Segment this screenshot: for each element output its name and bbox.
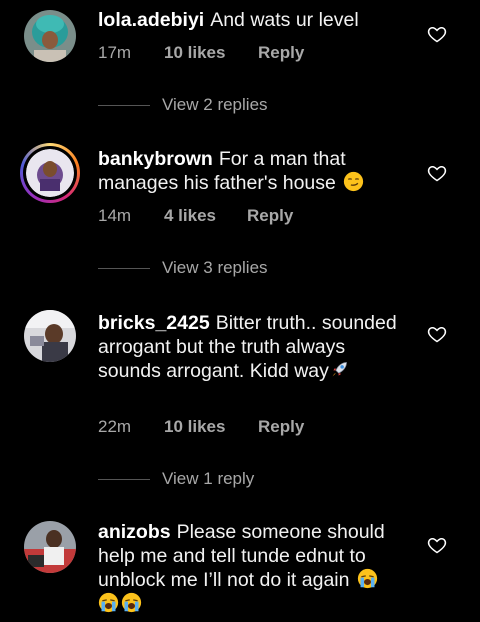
comment-username[interactable]: bankybrown — [98, 148, 213, 170]
comment-username[interactable]: lola.adebiyi — [98, 9, 204, 31]
comment-text: bricks_2425 Bitter truth.. sounded arroga… — [98, 311, 408, 383]
view-replies-label: View 1 reply — [162, 469, 255, 488]
divider-line — [98, 478, 150, 480]
avatar[interactable] — [24, 10, 76, 62]
comment-meta: 17m 10 likes Reply — [98, 43, 304, 63]
heart-outline-icon[interactable] — [427, 163, 447, 183]
comment-text: bankybrown For a man that manages his fat… — [98, 147, 408, 195]
view-replies-button[interactable]: View 1 reply — [98, 469, 254, 489]
comment-text: anizobs Please someone should help me and… — [98, 520, 408, 616]
comment-time: 22m — [98, 417, 132, 436]
comment-meta: 22m 10 likes Reply — [98, 417, 304, 437]
divider-line — [98, 267, 150, 269]
avatar[interactable] — [20, 143, 80, 203]
view-replies-label: View 2 replies — [162, 95, 268, 114]
avatar[interactable] — [24, 521, 76, 573]
loudly-crying-face-icon — [121, 592, 142, 613]
comment-username[interactable]: bricks_2425 — [98, 312, 210, 334]
comment-meta: 14m 4 likes Reply — [98, 206, 293, 226]
loudly-crying-face-icon — [98, 592, 119, 613]
comment-likes[interactable]: 4 likes — [164, 206, 247, 226]
comment-likes[interactable]: 10 likes — [164, 43, 258, 63]
comment-time: 14m — [98, 206, 132, 225]
heart-outline-icon[interactable] — [427, 535, 447, 555]
comment-time: 17m — [98, 43, 132, 62]
heart-outline-icon[interactable] — [427, 324, 447, 344]
view-replies-label: View 3 replies — [162, 258, 268, 277]
rocket-icon — [332, 362, 347, 377]
comment-likes[interactable]: 10 likes — [164, 417, 258, 437]
divider-line — [98, 104, 150, 106]
avatar[interactable] — [24, 310, 76, 362]
loudly-crying-face-icon — [357, 568, 378, 589]
comment-text: lola.adebiyi And wats ur level — [98, 8, 408, 32]
view-replies-button[interactable]: View 2 replies — [98, 95, 268, 115]
comment-username[interactable]: anizobs — [98, 521, 171, 543]
comment-body: And wats ur level — [210, 9, 359, 31]
heart-outline-icon[interactable] — [427, 24, 447, 44]
reply-button[interactable]: Reply — [258, 417, 304, 437]
avatar-story-ring — [23, 146, 77, 200]
reply-button[interactable]: Reply — [258, 43, 304, 63]
smirking-face-icon — [344, 171, 364, 192]
view-replies-button[interactable]: View 3 replies — [98, 258, 268, 278]
reply-button[interactable]: Reply — [247, 206, 293, 226]
